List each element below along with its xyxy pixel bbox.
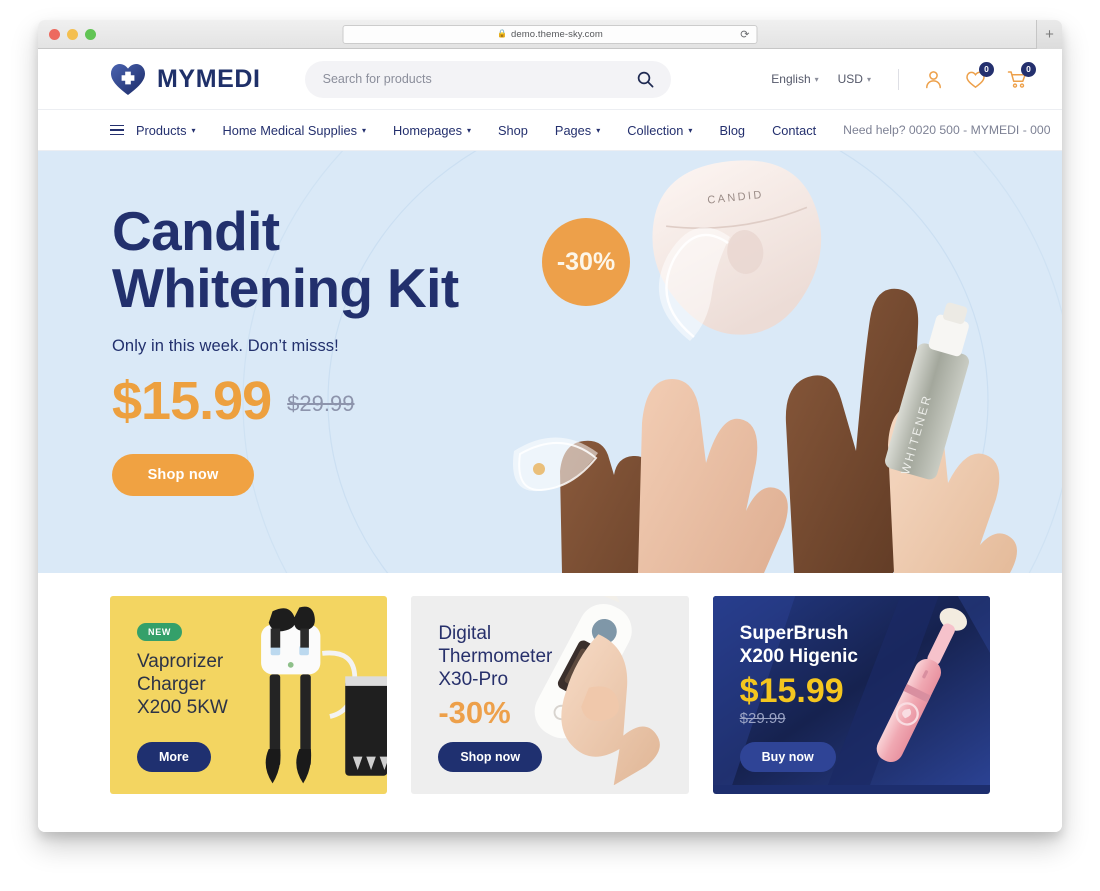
search-box[interactable] [304, 60, 671, 98]
nav-item-shop[interactable]: Shop [498, 123, 528, 138]
promo-card-2-title: Digital Thermometer X30-Pro [438, 623, 553, 691]
nav-item-collection[interactable]: Collection ▾ [627, 123, 692, 138]
promo-card-2-button[interactable]: Shop now [438, 742, 543, 772]
chevron-down-icon: ▾ [688, 125, 693, 135]
promo-card-2-discount: -30% [438, 694, 511, 730]
nav-item-label: Shop [498, 122, 528, 138]
new-badge: NEW [137, 623, 183, 641]
cart-count-badge: 0 [1021, 61, 1036, 77]
wishlist-count-badge: 0 [979, 61, 994, 77]
site-logo[interactable]: MYMEDI [110, 63, 261, 96]
hero-banner: CANDID WHITENER -30% Candit Whitening Ki… [38, 151, 1062, 573]
website-page: MYMEDI English ▾ USD ▾ [38, 49, 1062, 832]
header-icon-group: 0 0 [923, 61, 1036, 90]
nav-item-pages[interactable]: Pages ▾ [555, 123, 600, 138]
hero-shop-now-button[interactable]: Shop now [112, 454, 254, 497]
heart-cross-logo-icon [111, 63, 145, 95]
nav-item-label: Contact [772, 122, 817, 138]
language-label: English [771, 72, 811, 86]
address-bar[interactable]: 🔒 demo.theme-sky.com ⟳ [342, 24, 758, 44]
hero-original-price: $29.99 [287, 391, 355, 417]
promo-card-3-button[interactable]: Buy now [739, 742, 836, 772]
maximize-window-button[interactable] [85, 28, 96, 40]
nav-item-label: Pages [554, 122, 592, 138]
nav-item-label: Collection [627, 122, 684, 138]
header-divider [898, 68, 899, 90]
browser-chrome-bar: 🔒 demo.theme-sky.com ⟳ + [38, 20, 1062, 49]
close-window-button[interactable] [49, 28, 60, 40]
promo-card-1-title: Vaprorizer Charger X200 5KW [137, 651, 228, 719]
hero-title-line2: Whitening Kit [112, 256, 459, 319]
main-navigation: Products ▾ Home Medical Supplies ▾ Homep… [38, 109, 1062, 151]
hero-product-photo: CANDID WHITENER [513, 160, 1017, 573]
promo-card-vaprorizer[interactable]: NEW Vaprorizer Charger X200 5KW More [110, 596, 388, 794]
promo-card-3-original-price: $29.99 [739, 710, 786, 728]
new-tab-button[interactable]: + [1036, 20, 1062, 49]
chevron-down-icon: ▾ [191, 125, 196, 135]
language-selector[interactable]: English ▾ [771, 72, 818, 86]
promo-card-3-body: SuperBrush X200 Higenic $15.99 $29.99 [740, 622, 858, 727]
currency-label: USD [837, 72, 863, 86]
hamburger-menu-icon[interactable] [110, 124, 124, 136]
currency-selector[interactable]: USD ▾ [838, 72, 871, 86]
nav-item-label: Homepages [392, 122, 462, 138]
chevron-down-icon: ▾ [467, 125, 472, 135]
hero-subtitle: Only in this week. Don’t misss! [112, 337, 339, 356]
address-bar-url: demo.theme-sky.com [511, 28, 603, 40]
hero-title-line1: Candit [112, 200, 280, 262]
chevron-down-icon: ▾ [361, 125, 366, 135]
search-icon[interactable] [637, 71, 654, 88]
lock-icon: 🔒 [497, 29, 508, 38]
hero-content: Candit Whitening Kit Only in this week. … [112, 203, 459, 497]
promo-card-thermometer[interactable]: Digital Thermometer X30-Pro -30% Shop no… [411, 596, 689, 794]
cart-button[interactable]: 0 [1007, 61, 1036, 90]
browser-window: 🔒 demo.theme-sky.com ⟳ + MYMEDI Search f… [38, 20, 1062, 832]
minimize-window-button[interactable] [67, 28, 78, 40]
account-button[interactable] [923, 69, 944, 90]
promo-card-1-button[interactable]: More [137, 742, 211, 772]
promo-card-3-sale-price: $15.99 [739, 672, 844, 711]
header-utilities: English ▾ USD ▾ 0 0 [771, 61, 1036, 90]
reload-icon[interactable]: ⟳ [740, 28, 749, 41]
brand-name: MYMEDI [157, 64, 261, 93]
user-icon [926, 70, 941, 88]
promo-card-superbrush[interactable]: SuperBrush X200 Higenic $15.99 $29.99 Bu… [712, 596, 990, 794]
promo-card-row: NEW Vaprorizer Charger X200 5KW More Dig… [38, 573, 1062, 794]
nav-item-products[interactable]: Products ▾ [136, 123, 196, 138]
chevron-down-icon: ▾ [814, 74, 819, 84]
promo-card-1-body: NEW Vaprorizer Charger X200 5KW [137, 622, 228, 720]
window-traffic-lights[interactable] [49, 28, 96, 40]
nav-item-list: Products ▾ Home Medical Supplies ▾ Homep… [136, 123, 843, 138]
search-input[interactable] [322, 72, 653, 86]
hero-discount-badge: -30% [542, 218, 630, 306]
nav-item-contact[interactable]: Contact [772, 123, 816, 138]
nav-item-label: Home Medical Supplies [222, 122, 357, 138]
need-help-text: Need help? 0020 500 - MYMEDI - 000 [843, 123, 1051, 137]
hero-price-row: $15.99 $29.99 [112, 374, 459, 428]
nav-item-label: Blog [719, 122, 746, 138]
nav-item-homepages[interactable]: Homepages ▾ [393, 123, 471, 138]
promo-card-2-body: Digital Thermometer X30-Pro -30% [438, 622, 552, 728]
wishlist-button[interactable]: 0 [965, 61, 994, 90]
nav-item-home-medical-supplies[interactable]: Home Medical Supplies ▾ [223, 123, 366, 138]
hero-title: Candit Whitening Kit [112, 203, 459, 316]
chevron-down-icon: ▾ [596, 125, 601, 135]
promo-card-3-title: SuperBrush X200 Higenic [739, 623, 858, 668]
nav-item-label: Products [136, 122, 187, 138]
hero-sale-price: $15.99 [112, 371, 272, 432]
site-header: MYMEDI English ▾ USD ▾ [38, 49, 1062, 109]
nav-item-blog[interactable]: Blog [719, 123, 745, 138]
chevron-down-icon: ▾ [866, 74, 871, 84]
